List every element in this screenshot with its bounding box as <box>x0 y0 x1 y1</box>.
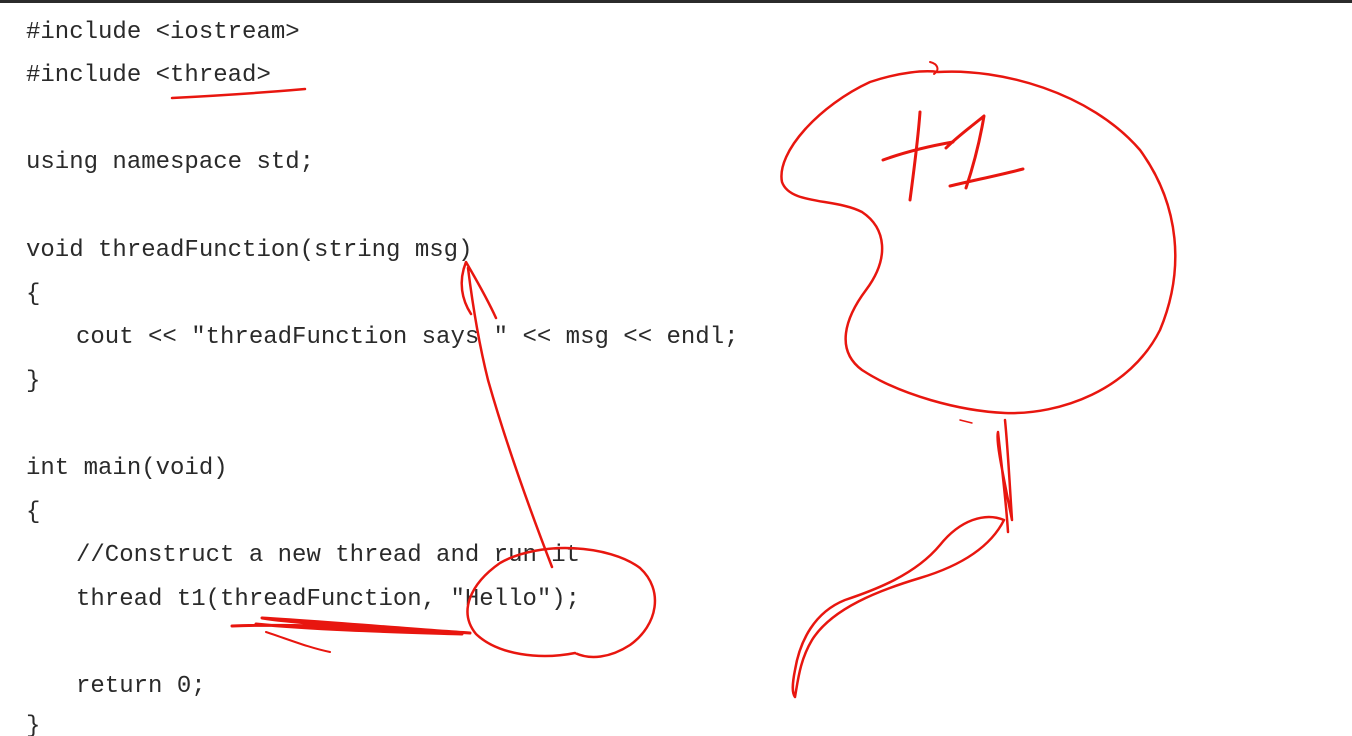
code-line-open-brace: { <box>26 281 41 308</box>
thread-function-scribble <box>230 616 472 636</box>
slide-canvas: #include <iostream> #include <thread> us… <box>0 0 1352 736</box>
code-line-main-close-brace: } <box>26 713 41 736</box>
code-line-thread-construct: thread t1(threadFunction, "Hello"); <box>76 586 581 613</box>
code-line-main-open-brace: { <box>26 499 41 526</box>
code-line-cout-statement: cout << "threadFunction says " << msg <<… <box>76 324 739 351</box>
thread-t1-blob <box>780 70 1177 415</box>
thread-tail-string <box>996 418 1014 534</box>
thread-t1-blob-nub <box>929 61 939 75</box>
code-line-comment: //Construct a new thread and run it <box>76 542 581 569</box>
arrow-to-msg-head <box>460 260 498 320</box>
code-line-using-namespace: using namespace std; <box>26 149 315 176</box>
code-line-return: return 0; <box>76 673 206 700</box>
t1-number-one <box>944 114 986 190</box>
code-line-function-signature: void threadFunction(string msg) <box>26 237 473 264</box>
top-border <box>0 0 1352 3</box>
t1-underline <box>948 167 1025 188</box>
t1-letter-t-stem <box>908 110 922 202</box>
thread-function-scribble-tail <box>265 631 331 653</box>
code-line-main-signature: int main(void) <box>26 455 228 482</box>
stray-tick-mark <box>959 419 973 424</box>
thread-tail-loop <box>791 515 1006 699</box>
ink-annotations <box>170 61 1177 699</box>
arrow-to-msg-shaft <box>466 266 554 569</box>
code-line-close-brace: } <box>26 368 41 395</box>
code-line-include-iostream: #include <iostream> <box>26 19 300 46</box>
code-line-include-thread: #include <thread> <box>26 62 271 89</box>
t1-letter-t-bar <box>881 140 955 162</box>
